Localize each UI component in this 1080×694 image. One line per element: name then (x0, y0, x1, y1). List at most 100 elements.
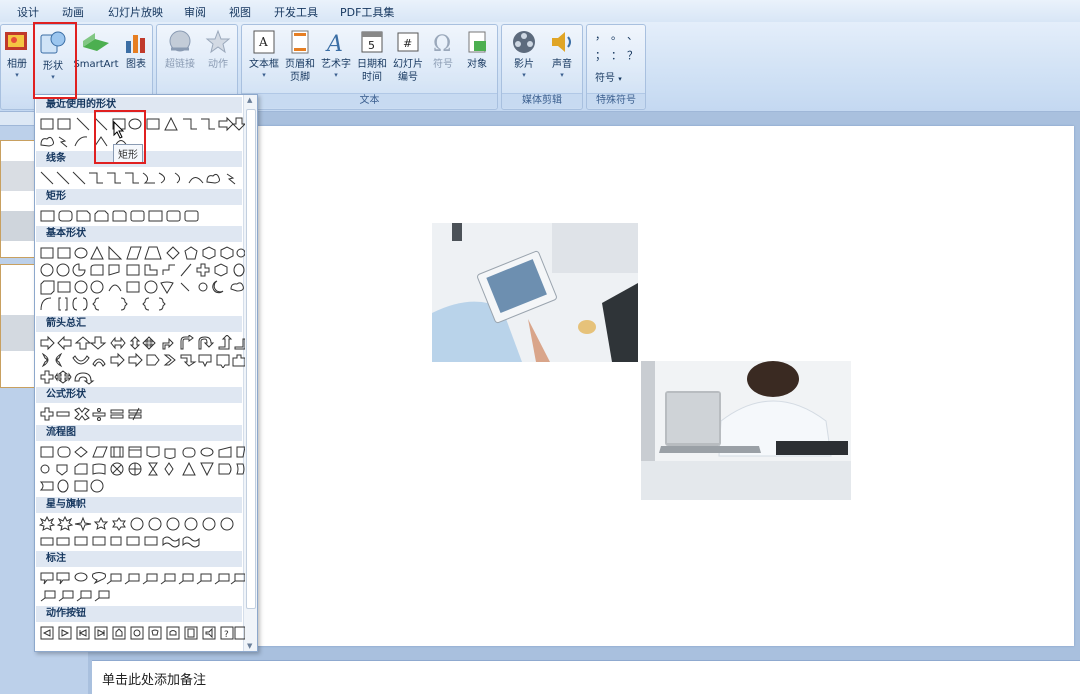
symbol-semicolon[interactable]: ； (595, 47, 606, 63)
callouts-row-1[interactable] (39, 570, 245, 586)
album-label: 相册 (7, 59, 27, 70)
block-arrow-icons (41, 352, 245, 368)
block-arrow-icons (40, 335, 245, 351)
basic-shapes-row-1[interactable] (39, 245, 245, 261)
chevron-down-icon: ▾ (262, 71, 266, 79)
basic-shapes-row-3[interactable] (39, 279, 245, 295)
scrollbar-thumb[interactable] (246, 109, 256, 609)
symbol-comma[interactable]: ， (595, 27, 606, 43)
svg-text:A: A (258, 35, 268, 49)
gallery-scrollbar[interactable]: ▲ ▼ (243, 95, 257, 651)
basic-shapes-row-2[interactable] (39, 262, 245, 278)
action-label: 动作 (208, 59, 228, 70)
chart-button[interactable]: 图表 (121, 29, 151, 71)
stars-row-1[interactable] (39, 516, 245, 532)
symbol-button[interactable]: Ω 符号 (426, 29, 460, 71)
sound-button[interactable]: 声音 ▾ (544, 29, 580, 80)
chevron-down-icon: ▾ (15, 71, 19, 79)
section-stars-banners: 星与旗帜 (36, 497, 242, 513)
slide-number-icon: # (397, 32, 419, 52)
section-flowchart: 流程图 (36, 425, 242, 441)
tab-design[interactable]: 设计 (17, 4, 39, 20)
business-meeting-photo[interactable] (432, 223, 638, 362)
datetime-label-1: 日期和 (357, 59, 387, 70)
svg-text:#: # (403, 37, 412, 50)
chevron-down-icon: ▾ (334, 71, 338, 79)
speaker-icon (552, 32, 571, 52)
slide-number-label-1: 幻灯片 (393, 59, 423, 70)
chart-label: 图表 (126, 59, 146, 70)
hyperlink-label: 超链接 (165, 59, 195, 70)
doctor-laptop-photo[interactable] (641, 361, 851, 500)
arrows-row-1[interactable] (39, 335, 245, 351)
symbol-question[interactable]: ？ (627, 47, 638, 63)
menu-tab-bar: 设计 动画 幻灯片放映 审阅 视图 开发工具 PDF工具集 (0, 0, 1080, 22)
callout-shape-icons (40, 590, 110, 602)
notes-pane[interactable]: 单击此处添加备注 (92, 660, 1080, 694)
object-button[interactable]: 对象 (460, 29, 494, 71)
action-buttons-row[interactable]: ? (39, 625, 245, 641)
symbol2-label: 符号 (595, 73, 615, 84)
album-button[interactable]: 相册 ▾ (3, 29, 31, 80)
calendar-icon: 5 (361, 31, 383, 53)
svg-text:Ω: Ω (433, 32, 451, 55)
action-star-icon (205, 29, 231, 54)
flowchart-row-1[interactable] (39, 444, 245, 460)
banner-shape-icons (40, 536, 200, 548)
equation-shapes-row[interactable] (39, 406, 245, 422)
rectangles-row[interactable] (39, 208, 245, 224)
section-rectangles: 矩形 (36, 189, 242, 205)
basic-shapes-row-4[interactable] (39, 296, 245, 312)
header-footer-button[interactable]: 页眉和 页脚 (282, 29, 318, 84)
tab-animation[interactable]: 动画 (62, 4, 84, 20)
omega-icon: Ω (433, 32, 451, 55)
flowchart-shape-icons (40, 446, 245, 459)
basic-shape-icons (40, 280, 244, 295)
symbol-dropdown-button[interactable]: 符号 ▾ (595, 69, 622, 84)
hyperlink-button[interactable]: 超链接 (161, 29, 199, 71)
tab-slideshow[interactable]: 幻灯片放映 (108, 4, 163, 20)
wordart-button[interactable]: A 艺术字 ▾ (318, 29, 354, 80)
tab-pdf-tools[interactable]: PDF工具集 (340, 4, 394, 20)
arrows-row-2[interactable] (39, 352, 245, 368)
action-button[interactable]: 动作 (201, 29, 235, 71)
smartart-button[interactable]: SmartArt (73, 29, 119, 71)
tab-view[interactable]: 视图 (229, 4, 251, 20)
smartart-icon (83, 33, 109, 51)
flowchart-row-3[interactable] (39, 478, 245, 494)
chevron-down-icon: ▾ (560, 71, 564, 79)
symbol-colon[interactable]: ： (611, 47, 622, 63)
stars-row-2[interactable] (39, 533, 245, 549)
lines-row[interactable] (39, 170, 245, 186)
tab-developer[interactable]: 开发工具 (274, 4, 318, 20)
symbol-period[interactable]: 。 (611, 27, 622, 43)
notes-placeholder: 单击此处添加备注 (102, 673, 207, 688)
section-basic-shapes: 基本形状 (36, 226, 242, 242)
svg-text:5: 5 (368, 39, 375, 52)
flowchart-row-2[interactable] (39, 461, 245, 477)
movie-button[interactable]: 影片 ▾ (506, 29, 542, 80)
tab-review[interactable]: 审阅 (184, 4, 206, 20)
slide-number-button[interactable]: # 幻灯片 编号 (390, 29, 426, 84)
slide-canvas[interactable] (252, 126, 1074, 646)
shapes-gallery: ▲ ▼ 最近使用的形状 线条 矩形 基本形状 箭头总汇 公式形状 流程图 星与旗… (34, 94, 258, 652)
svg-text:?: ? (224, 630, 229, 640)
scroll-up-icon[interactable]: ▲ (247, 96, 252, 104)
callouts-row-2[interactable] (39, 587, 245, 603)
film-reel-icon (513, 31, 535, 53)
header-footer-label-1: 页眉和 (285, 59, 315, 70)
scroll-down-icon[interactable]: ▼ (247, 642, 252, 650)
media-group-label: 媒体剪辑 (502, 93, 582, 108)
section-equation-shapes: 公式形状 (36, 387, 242, 403)
datetime-button[interactable]: 5 日期和 时间 (354, 29, 390, 84)
section-block-arrows: 箭头总汇 (36, 316, 242, 332)
section-callouts: 标注 (36, 551, 242, 567)
special-symbols-group: ， 。 、 ； ： ？ 符号 ▾ 特殊符号 (586, 24, 646, 110)
line-shape-icons (40, 171, 236, 185)
symbol-enum-comma[interactable]: 、 (627, 27, 638, 43)
movie-label: 影片 (514, 59, 534, 70)
datetime-label-2: 时间 (362, 72, 382, 83)
smartart-label: SmartArt (73, 59, 119, 70)
textbox-button[interactable]: A 文本框 ▾ (246, 29, 282, 80)
arrows-row-3[interactable] (39, 369, 245, 385)
